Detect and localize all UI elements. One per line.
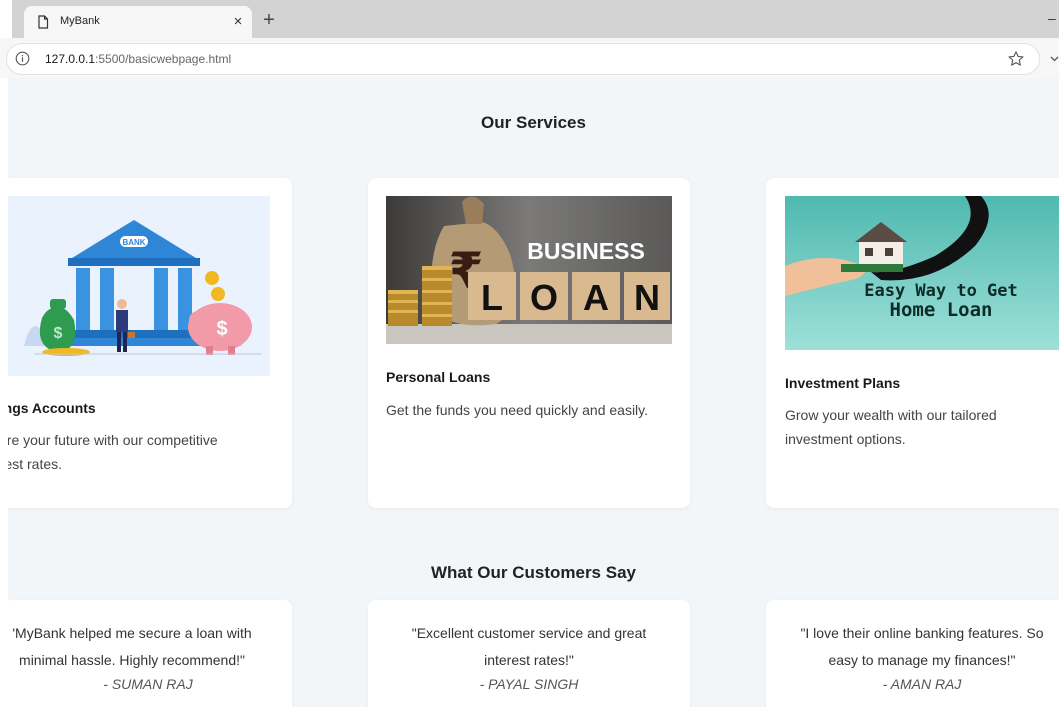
- svg-text:$: $: [216, 318, 227, 340]
- svg-text:$: $: [54, 325, 63, 342]
- plus-icon[interactable]: +: [258, 9, 280, 31]
- promo-line2: Home Loan: [890, 299, 993, 321]
- loan-letter: L: [481, 277, 503, 318]
- home-loan-image: Easy Way to Get Home Loan: [785, 196, 1059, 350]
- service-title: vings Accounts: [8, 400, 96, 416]
- loan-letter: A: [583, 277, 609, 318]
- address-bar[interactable]: 127.0.0.1:5500/basicwebpage.html: [6, 43, 1040, 75]
- service-description: cure your future with our competitive er…: [8, 432, 218, 472]
- chevron-down-icon[interactable]: [1050, 54, 1059, 63]
- info-icon[interactable]: [15, 51, 30, 66]
- page-icon: [38, 15, 49, 29]
- testimonial-author: - PAYAL SINGH: [479, 676, 579, 692]
- testimonial-quote: "Excellent customer service and great in…: [411, 625, 647, 668]
- service-description: Grow your wealth with our tailored inves…: [785, 407, 997, 447]
- service-title: Investment Plans: [785, 375, 901, 391]
- testimonial-quote: 'MyBank helped me secure a loan with min…: [12, 625, 252, 668]
- testimonial-author: - SUMAN RAJ: [103, 676, 193, 692]
- testimonial-author: - AMAN RAJ: [882, 676, 962, 692]
- window-edge: [0, 0, 12, 38]
- testimonial-card: "I love their online banking features. S…: [766, 600, 1059, 707]
- bank-badge-text: BANK: [122, 238, 145, 247]
- loan-letter: O: [530, 277, 558, 318]
- browser-toolbar: 127.0.0.1:5500/basicwebpage.html: [0, 38, 1059, 78]
- browser-tab-mybank[interactable]: MyBank ×: [24, 6, 252, 38]
- testimonial-card: "Excellent customer service and great in…: [368, 600, 690, 707]
- services-heading: Our Services: [481, 113, 586, 132]
- service-card-personal-loans: ₹ BUSINESS L O A N Personal Loans Get th…: [368, 178, 690, 508]
- service-card-savings: BANK $ $ gs Accounts re your future with…: [8, 178, 292, 508]
- url-path: :5500/basicwebpage.html: [95, 52, 232, 66]
- loan-letter: N: [634, 277, 660, 318]
- star-icon[interactable]: [1007, 50, 1025, 68]
- testimonials-heading: What Our Customers Say: [431, 563, 636, 582]
- minimize-icon[interactable]: –: [1048, 10, 1059, 28]
- business-loan-image: ₹ BUSINESS L O A N: [386, 196, 672, 344]
- browser-tab-bar: MyBank × + –: [0, 0, 1059, 38]
- testimonial-quote: "I love their online banking features. S…: [800, 625, 1044, 668]
- close-icon[interactable]: ×: [228, 12, 248, 32]
- bank-illustration: BANK $ $: [8, 196, 270, 376]
- service-description: Get the funds you need quickly and easil…: [386, 402, 649, 418]
- url-text[interactable]: 127.0.0.1:5500/basicwebpage.html: [45, 52, 231, 66]
- tab-title: MyBank: [60, 15, 100, 27]
- business-word: BUSINESS: [527, 238, 645, 264]
- page-content: Our Services BANK $ $ gs Accounts re you…: [8, 78, 1059, 707]
- promo-line1: Easy Way to Get: [864, 281, 1018, 301]
- service-title: Personal Loans: [386, 369, 491, 385]
- service-card-investment-plans: Easy Way to Get Home Loan Investment Pla…: [766, 178, 1059, 508]
- testimonial-card: 'MyBank helped me secure a loan with min…: [8, 600, 292, 707]
- url-host: 127.0.0.1: [45, 52, 96, 66]
